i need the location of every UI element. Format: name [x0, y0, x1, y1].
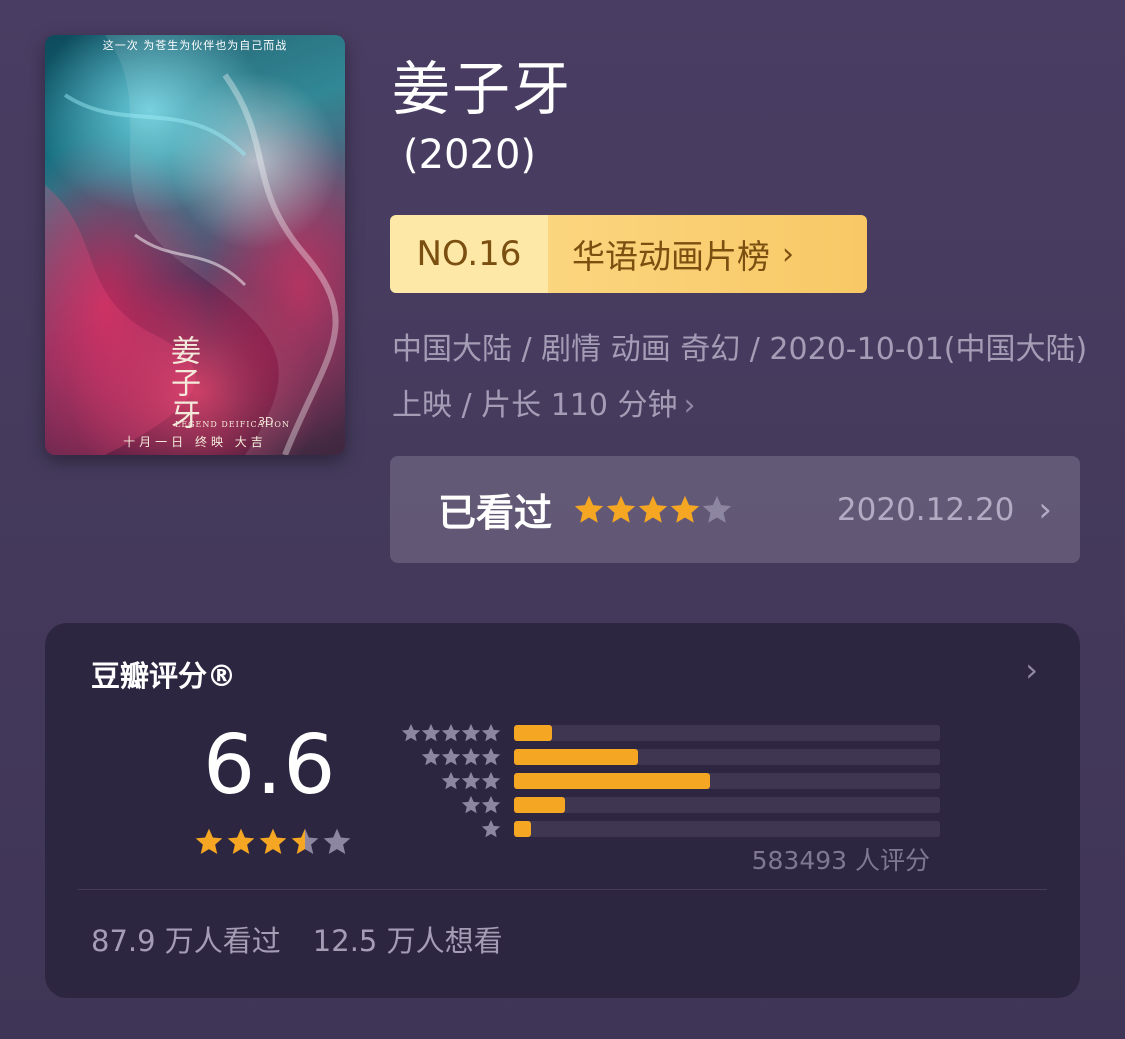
star-icon — [481, 723, 501, 742]
distribution-stars — [380, 746, 501, 768]
star-icon — [421, 747, 441, 766]
distribution-row — [380, 817, 940, 841]
star-icon — [441, 723, 461, 742]
distribution-bar-track — [514, 821, 940, 837]
chevron-right-icon: › — [1038, 489, 1052, 530]
audience-stats: 87.9 万人看过 12.5 万人想看 — [91, 918, 503, 960]
distribution-stars — [380, 794, 501, 816]
user-rating-stars — [572, 493, 732, 527]
movie-title: 姜子牙 — [392, 55, 573, 123]
star-icon — [291, 828, 319, 854]
poster-format: 3D — [258, 415, 274, 428]
rating-distribution — [380, 721, 940, 841]
star-icon — [441, 771, 461, 790]
star-icon — [401, 723, 421, 742]
star-icon — [461, 771, 481, 790]
chevron-right-icon: › — [683, 388, 696, 423]
distribution-bar-fill — [514, 821, 532, 837]
star-icon — [638, 495, 668, 523]
distribution-bar-track — [514, 797, 940, 813]
rating-score-stars — [193, 826, 353, 858]
want-count: 12.5 万人想看 — [312, 924, 503, 958]
poster-tagline: 这一次 为苍生为伙伴也为自己而战 — [102, 39, 288, 52]
chevron-right-icon[interactable]: › — [1025, 651, 1038, 689]
distribution-row — [380, 721, 940, 745]
distribution-bar-fill — [514, 797, 566, 813]
star-icon — [670, 495, 700, 523]
star-icon — [574, 495, 604, 523]
distribution-row — [380, 793, 940, 817]
rank-number: NO.16 — [390, 215, 548, 293]
distribution-bar-fill — [514, 773, 710, 789]
star-icon — [481, 771, 501, 790]
star-icon — [227, 828, 255, 854]
watched-status-button[interactable]: 已看过 2020.12.20 › — [390, 456, 1080, 563]
distribution-stars — [380, 722, 501, 744]
distribution-row — [380, 745, 940, 769]
movie-meta-text: 中国大陆 / 剧情 动画 奇幻 / 2020-10-01(中国大陆) 上映 / … — [392, 332, 1088, 423]
rating-count: 583493 人评分 — [751, 846, 930, 875]
distribution-stars — [380, 770, 501, 792]
star-icon — [441, 747, 461, 766]
star-icon — [606, 495, 636, 523]
star-icon — [461, 723, 481, 742]
rank-badge[interactable]: NO.16 华语动画片榜 › — [390, 215, 867, 293]
douban-rating-card: 豆瓣评分® › 6.6 583493 人评分 87.9 万人看过 12.5 万人… — [45, 623, 1080, 998]
rating-header: 豆瓣评分® — [91, 659, 237, 693]
poster-release-text: 十月一日 终映 大吉 — [123, 435, 267, 449]
chevron-right-icon: › — [782, 236, 794, 272]
star-icon — [461, 795, 481, 814]
distribution-bar-track — [514, 749, 940, 765]
star-icon — [421, 723, 441, 742]
movie-meta[interactable]: 中国大陆 / 剧情 动画 奇幻 / 2020-10-01(中国大陆) 上映 / … — [392, 322, 1092, 434]
watched-count: 87.9 万人看过 — [91, 924, 281, 958]
rank-list-name: 华语动画片榜 — [572, 237, 770, 276]
distribution-bar-track — [514, 725, 940, 741]
distribution-bar-track — [514, 773, 940, 789]
distribution-bar-fill — [514, 749, 638, 765]
star-icon — [702, 495, 732, 523]
rank-list: 华语动画片榜 › — [548, 215, 867, 293]
star-icon — [481, 747, 501, 766]
rating-score: 6.6 — [203, 718, 337, 813]
star-icon — [481, 795, 501, 814]
star-icon — [461, 747, 481, 766]
distribution-row — [380, 769, 940, 793]
star-icon — [259, 828, 287, 854]
star-icon — [195, 828, 223, 854]
distribution-bar-fill — [514, 725, 553, 741]
watched-date: 2020.12.20 — [836, 491, 1015, 528]
star-icon — [481, 819, 501, 838]
divider — [78, 889, 1047, 890]
distribution-stars — [380, 818, 501, 840]
movie-year: (2020) — [403, 132, 537, 178]
star-icon — [323, 828, 351, 854]
poster-title-art: 姜子牙 — [165, 335, 200, 431]
movie-poster[interactable]: 这一次 为苍生为伙伴也为自己而战 姜子牙 LEGEND DEIFICATION … — [45, 35, 345, 455]
watched-label: 已看过 — [438, 491, 553, 535]
